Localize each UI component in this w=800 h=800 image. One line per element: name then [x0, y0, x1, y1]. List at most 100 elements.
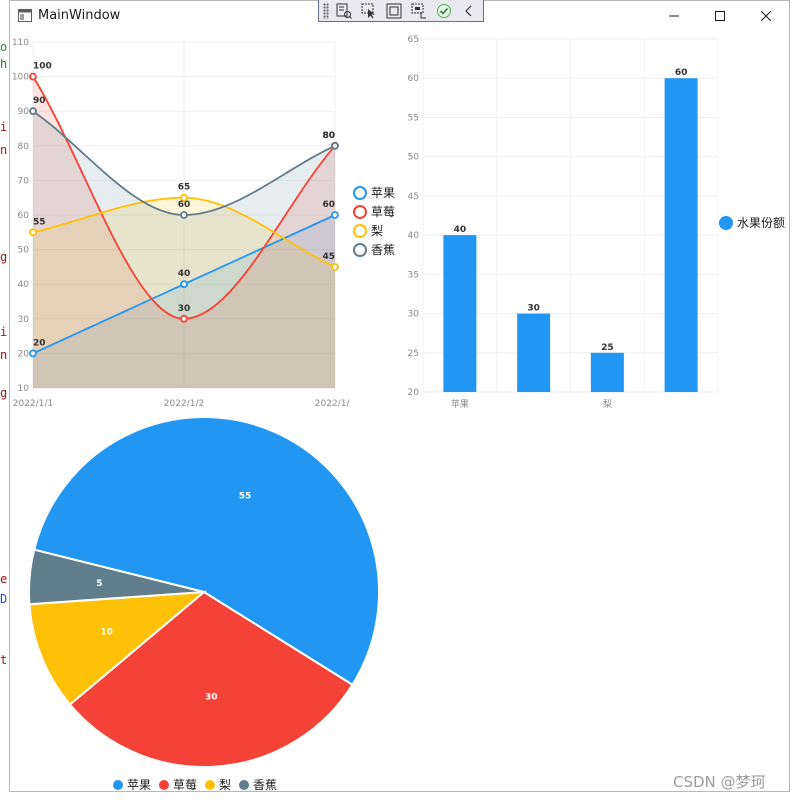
watermark: CSDN @梦珂 — [673, 773, 766, 791]
y-tick-label: 35 — [408, 270, 419, 280]
y-tick-label: 100 — [12, 73, 29, 83]
bar — [443, 235, 477, 392]
legend-item: 香蕉 — [239, 776, 277, 793]
y-tick-label: 50 — [18, 246, 30, 256]
close-icon — [761, 11, 771, 21]
select-element-icon — [361, 3, 375, 18]
legend-label: 梨 — [371, 224, 384, 238]
live-visual-tree-icon — [336, 3, 352, 19]
data-point — [29, 72, 37, 81]
data-label: 5 — [96, 579, 102, 589]
bar-chart: 20 25 30 35 40 45 50 55 60 65 40 30 25 60 苹果 梨 — [408, 35, 719, 410]
y-tick-label: 20 — [18, 349, 30, 359]
collapse-chevron-icon — [465, 5, 472, 16]
legend-item: 梨 — [353, 221, 395, 240]
pie-chart-legend: 苹果 草莓 梨 香蕉 — [113, 776, 285, 793]
data-label: 30 — [527, 304, 540, 314]
y-tick-label: 110 — [12, 38, 29, 48]
legend-item: 苹果 — [353, 183, 395, 202]
data-label: 55 — [239, 491, 252, 501]
y-tick-label: 80 — [18, 142, 30, 152]
legend-marker — [353, 204, 367, 219]
bar — [590, 352, 624, 392]
toolbar-grip-icon[interactable] — [323, 2, 329, 19]
app-window-icon — [18, 9, 32, 22]
legend-item: 梨 — [205, 776, 231, 793]
legend-marker — [113, 779, 123, 790]
data-label: 60 — [322, 200, 335, 210]
track-focused-element-icon — [411, 3, 426, 18]
data-label: 60 — [178, 200, 191, 210]
legend-marker — [353, 223, 367, 238]
legend-item: 水果份额 — [719, 213, 785, 232]
bar-chart-legend: 水果份额 — [719, 213, 785, 232]
close-button[interactable] — [743, 1, 789, 31]
data-label: 65 — [178, 183, 191, 193]
line-chart-legend: 苹果 草莓 梨 香蕉 — [353, 183, 395, 259]
display-layout-adorners-button[interactable] — [383, 1, 405, 21]
data-point — [29, 107, 37, 116]
y-tick-label: 30 — [408, 310, 420, 320]
legend-marker — [159, 779, 170, 790]
data-point — [180, 211, 188, 219]
data-label: 90 — [33, 96, 46, 106]
y-tick-label: 55 — [408, 113, 419, 123]
legend-marker — [205, 779, 216, 790]
bar — [517, 313, 551, 392]
maximize-icon — [715, 11, 725, 21]
data-label: 30 — [205, 693, 218, 703]
main-window: MainWindow 10 20 30 40 50 60 70 80 90 100 110 2022/… — [9, 0, 790, 792]
binding-check-icon — [437, 3, 451, 18]
legend-marker — [353, 185, 367, 200]
legend-marker — [239, 779, 250, 790]
y-tick-label: 40 — [408, 231, 420, 241]
data-point — [29, 228, 37, 237]
pie-chart: 55 30 10 5 — [28, 416, 380, 768]
y-tick-label: 10 — [18, 384, 30, 394]
data-label: 40 — [454, 225, 467, 235]
data-label: 25 — [601, 343, 614, 353]
bar — [664, 78, 698, 392]
legend-marker — [353, 242, 367, 257]
minimize-button[interactable] — [651, 1, 697, 31]
data-point — [29, 349, 37, 358]
legend-label: 苹果 — [127, 778, 152, 792]
data-point — [180, 314, 188, 323]
legend-label: 水果份额 — [737, 216, 786, 230]
y-tick-label: 50 — [408, 153, 420, 163]
xaml-debug-toolbar — [318, 0, 484, 22]
legend-item: 草莓 — [159, 776, 197, 793]
y-tick-label: 70 — [18, 176, 30, 186]
live-visual-tree-button[interactable] — [333, 1, 355, 21]
x-tick-label: 苹果 — [451, 398, 469, 410]
data-label: 55 — [33, 217, 46, 227]
y-tick-label: 30 — [18, 315, 30, 325]
legend-item: 草莓 — [353, 202, 395, 221]
window-title: MainWindow — [38, 8, 121, 23]
data-label: 60 — [675, 68, 688, 78]
maximize-button[interactable] — [697, 1, 743, 31]
track-focused-element-button[interactable] — [408, 1, 430, 21]
data-label: 80 — [322, 131, 335, 141]
data-label: 20 — [33, 338, 46, 348]
background-editor-right — [790, 60, 800, 100]
y-tick-label: 60 — [18, 211, 30, 221]
select-element-button[interactable] — [358, 1, 380, 21]
data-point — [331, 262, 339, 271]
data-label: 30 — [178, 304, 191, 314]
data-point — [331, 141, 339, 150]
legend-marker — [719, 215, 733, 230]
display-layout-adorners-icon — [386, 3, 402, 18]
y-tick-label: 45 — [408, 192, 419, 202]
y-tick-label: 90 — [18, 107, 30, 117]
line-chart: 1020304050607080901001102022/1/1 2022/1/2… — [12, 38, 350, 409]
y-tick-label: 40 — [18, 280, 30, 290]
legend-item: 香蕉 — [353, 240, 395, 259]
data-label: 10 — [100, 627, 113, 637]
data-label: 100 — [33, 62, 52, 72]
binding-check-button[interactable] — [433, 1, 455, 21]
legend-label: 香蕉 — [253, 778, 278, 792]
legend-item: 苹果 — [113, 776, 151, 793]
collapse-toolbar-button[interactable] — [458, 1, 480, 21]
legend-label: 梨 — [219, 778, 232, 792]
